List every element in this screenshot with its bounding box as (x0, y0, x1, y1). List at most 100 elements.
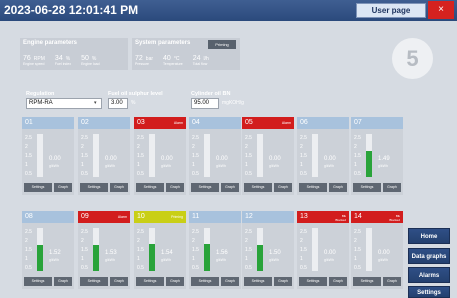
cylinder-card: 11 2.5 2 1.5 1 0.5 1.56 g/kWh Settings Graph (189, 211, 241, 289)
cylinder-value: 1.54 (161, 250, 173, 256)
gauge-tick-label: 1 (245, 162, 248, 168)
cylinder-header: 06 (297, 117, 349, 129)
cylinder-settings-button[interactable]: Settings (24, 183, 52, 192)
nav-settings-button[interactable]: Settings (408, 286, 450, 298)
gauge-tick-label: 2 (81, 144, 84, 150)
gauge-fill (149, 244, 155, 271)
cylinder-card: 07 2.5 2 1.5 1 0.5 1.49 g/kWh Settings Graph (351, 117, 403, 195)
regulation-select[interactable]: RPM-RA (26, 98, 102, 109)
cylinder-value: 0.00 (49, 156, 61, 162)
cylinder-graph-button[interactable]: Graph (166, 183, 184, 192)
gauge-fill (204, 244, 210, 271)
regulation-label: Regulation (26, 91, 55, 97)
cylinder-header: 03 Alarm (134, 117, 186, 129)
feed-rate-gauge (149, 228, 155, 271)
cylinder-value-unit: g/kWh (269, 258, 279, 262)
gauge-ticks: 2.5 2 1.5 1 0.5 (81, 134, 91, 179)
cylinder-settings-button[interactable]: Settings (136, 183, 164, 192)
priming-button[interactable]: Priming (208, 40, 236, 49)
cylinder-card: 03 Alarm 2.5 2 1.5 1 0.5 0.00 g/kWh Settings Graph (134, 117, 186, 195)
gauge-tick-label: 2.5 (354, 135, 361, 141)
cylinder-graph-button[interactable]: Graph (274, 277, 292, 286)
cylinder-value-unit: g/kWh (216, 258, 226, 262)
cylinder-header: 05 Alarm (242, 117, 294, 129)
gauge-tick-label: 1.5 (300, 153, 307, 159)
gauge-tick-label: 2 (81, 238, 84, 244)
cylinder-graph-button[interactable]: Graph (110, 183, 128, 192)
system-pressure: 72 bar Pressure (135, 55, 154, 66)
cylinder-number: 09 (81, 213, 89, 220)
cylinder-graph-button[interactable]: Graph (329, 183, 347, 192)
gauge-tick-label: 1 (300, 162, 303, 168)
gauge-tick-label: 2.5 (192, 135, 199, 141)
cylinder-settings-button[interactable]: Settings (299, 277, 327, 286)
cylinder-settings-button[interactable]: Settings (299, 183, 327, 192)
chevron-down-icon[interactable]: ▾ (94, 100, 97, 106)
nav-home-button[interactable]: Home (408, 228, 450, 244)
total-flow: 24 l/h Total flow (192, 55, 209, 66)
cylinder-settings-button[interactable]: Settings (80, 277, 108, 286)
cylinder-graph-button[interactable]: Graph (54, 183, 72, 192)
cylinder-number: 10 (137, 213, 145, 220)
cylinder-value-unit: g/kWh (269, 164, 279, 168)
gauge-tick-label: 2 (245, 238, 248, 244)
cylinder-settings-button[interactable]: Settings (80, 183, 108, 192)
cylinder-settings-button[interactable]: Settings (191, 183, 219, 192)
cylinder-graph-button[interactable]: Graph (383, 277, 401, 286)
cylinder-header: 08 (22, 211, 74, 223)
bn-input[interactable]: 95.00 (191, 98, 219, 109)
cylinder-settings-button[interactable]: Settings (244, 277, 272, 286)
cylinder-value: 0.00 (269, 156, 281, 162)
gauge-tick-label: 0.5 (81, 265, 88, 271)
cylinder-graph-button[interactable]: Graph (166, 277, 184, 286)
cylinder-settings-button[interactable]: Settings (353, 277, 381, 286)
cylinder-card: 13 Blk Blocked 2.5 2 1.5 1 0.5 0.00 g/kWh Setting… (297, 211, 349, 289)
cylinder-settings-button[interactable]: Settings (191, 277, 219, 286)
cylinder-number: 04 (192, 119, 200, 126)
gauge-tick-label: 2 (354, 238, 357, 244)
gauge-fill (257, 245, 263, 271)
gauge-tick-label: 0.5 (137, 171, 144, 177)
cylinder-value: 0.00 (324, 250, 336, 256)
gauge-tick-label: 1.5 (192, 153, 199, 159)
close-button[interactable]: × (428, 1, 454, 19)
cylinder-value-unit: g/kWh (216, 164, 226, 168)
cylinder-graph-button[interactable]: Graph (221, 183, 239, 192)
cylinder-graph-button[interactable]: Graph (110, 277, 128, 286)
cylinder-value: 1.52 (49, 250, 61, 256)
nav-data-graphs-button[interactable]: Data graphs (408, 248, 450, 264)
sulphur-input[interactable]: 3.00 (108, 98, 128, 109)
nav-alarms-button[interactable]: Alarms (408, 267, 450, 283)
cylinder-value: 1.49 (378, 156, 390, 162)
gauge-tick-label: 0.5 (81, 171, 88, 177)
gauge-ticks: 2.5 2 1.5 1 0.5 (192, 228, 202, 273)
cylinder-graph-button[interactable]: Graph (274, 183, 292, 192)
cylinder-settings-button[interactable]: Settings (244, 183, 272, 192)
gauge-fill (93, 245, 99, 271)
cylinder-graph-button[interactable]: Graph (54, 277, 72, 286)
cylinder-settings-button[interactable]: Settings (24, 277, 52, 286)
gauge-tick-label: 0.5 (354, 265, 361, 271)
gauge-tick-label: 2 (245, 144, 248, 150)
cylinder-settings-button[interactable]: Settings (353, 183, 381, 192)
gauge-tick-label: 2 (137, 238, 140, 244)
gauge-tick-label: 1.5 (354, 153, 361, 159)
gauge-tick-label: 1 (25, 256, 28, 262)
cylinder-graph-button[interactable]: Graph (383, 183, 401, 192)
gauge-tick-label: 1 (81, 162, 84, 168)
cylinder-graph-button[interactable]: Graph (221, 277, 239, 286)
feed-rate-gauge (149, 134, 155, 177)
cylinder-card: 06 2.5 2 1.5 1 0.5 0.00 g/kWh Settings Graph (297, 117, 349, 195)
cylinder-value-unit: g/kWh (105, 164, 115, 168)
user-page-button[interactable]: User page (356, 3, 426, 18)
sulphur-label: Fuel oil sulphur level (108, 91, 163, 97)
cylinder-graph-button[interactable]: Graph (329, 277, 347, 286)
system-temperature: 40 °C Temperature (163, 55, 183, 66)
cylinder-card: 04 2.5 2 1.5 1 0.5 0.00 g/kWh Settings Graph (189, 117, 241, 195)
cylinder-header: 11 (189, 211, 241, 223)
cylinder-settings-button[interactable]: Settings (136, 277, 164, 286)
engine-parameters-title: Engine parameters (23, 40, 78, 46)
gauge-tick-label: 1.5 (300, 247, 307, 253)
feed-rate-gauge (37, 134, 43, 177)
gauge-ticks: 2.5 2 1.5 1 0.5 (25, 134, 35, 179)
